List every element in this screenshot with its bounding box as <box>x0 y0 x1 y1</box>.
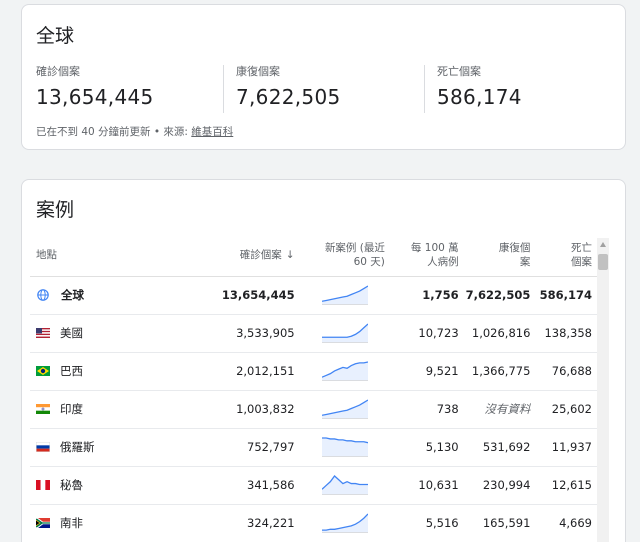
confirmed-cell: 3,533,905 <box>209 314 299 353</box>
place-name: 美國 <box>60 326 83 340</box>
per-million-cell: 5,516 <box>390 504 463 542</box>
south-africa-flag-icon <box>36 518 50 528</box>
new-cases-sparkline <box>298 314 391 353</box>
new-cases-sparkline <box>298 466 391 505</box>
place-cell: 全球 <box>30 276 210 315</box>
deaths-cell: 4,669 <box>534 504 598 542</box>
globe-icon <box>37 289 49 301</box>
update-info: 已在不到 40 分鐘前更新 • 來源: 維基百科 <box>36 124 233 139</box>
confirmed-cell: 2,012,151 <box>209 352 299 391</box>
deaths-cell: 12,615 <box>534 466 598 505</box>
stat-divider <box>223 65 224 113</box>
summary-title: 全球 <box>36 25 75 47</box>
per-million-cell: 10,723 <box>390 314 463 353</box>
place-cell: 俄羅斯 <box>30 428 210 467</box>
recovered-cell: 7,622,505 <box>462 276 535 315</box>
india-flag-icon <box>36 404 50 414</box>
table-row[interactable]: 印度 1,003,832 738 沒有資料 25,602 <box>30 390 598 429</box>
confirmed-cell: 13,654,445 <box>209 276 299 315</box>
place-name: 俄羅斯 <box>60 440 95 454</box>
deaths-cell: 138,358 <box>534 314 598 353</box>
recovered-cell: 沒有資料 <box>462 390 535 429</box>
cases-card: 案例 地點 確診個案 ↓ 新案例 (最近 60 天) 每 100 萬人病例 康復個案… <box>21 179 626 542</box>
new-cases-sparkline <box>298 390 391 429</box>
table-row[interactable]: 俄羅斯 752,797 5,130 531,692 11,937 <box>30 428 598 467</box>
per-million-cell: 1,756 <box>390 276 463 315</box>
brazil-flag-icon <box>36 366 50 376</box>
peru-flag-icon <box>36 480 50 490</box>
place-cell: 印度 <box>30 390 210 429</box>
update-text: 已在不到 40 分鐘前更新 • 來源: <box>36 126 192 138</box>
recovered-cell: 1,366,775 <box>462 352 535 391</box>
russia-flag-icon <box>36 442 50 452</box>
confirmed-label: 確診個案 <box>36 65 80 78</box>
per-million-header[interactable]: 每 100 萬人病例 <box>390 234 463 277</box>
recovered-cell: 165,591 <box>462 504 535 542</box>
scroll-thumb[interactable] <box>598 254 608 270</box>
place-name: 印度 <box>60 402 83 416</box>
table-row[interactable]: 全球 13,654,445 1,756 7,622,505 586,174 <box>30 276 598 315</box>
recovered-label: 康復個案 <box>236 65 280 78</box>
deaths-header[interactable]: 死亡 個案 <box>534 234 598 277</box>
source-link[interactable]: 維基百科 <box>191 126 233 138</box>
place-header[interactable]: 地點 <box>30 234 210 277</box>
table-row[interactable]: 巴西 2,012,151 9,521 1,366,775 76,688 <box>30 352 598 391</box>
place-cell: 美國 <box>30 314 210 353</box>
place-cell: 秘魯 <box>30 466 210 505</box>
place-cell: 巴西 <box>30 352 210 391</box>
sort-down-icon[interactable]: ↓ <box>286 249 295 261</box>
stat-divider <box>424 65 425 113</box>
place-cell: 南非 <box>30 504 210 542</box>
summary-card: 全球 確診個案 13,654,445 康復個案 7,622,505 死亡個案 5… <box>21 4 626 150</box>
recovered-stat: 康復個案 7,622,505 <box>236 63 341 109</box>
table-row[interactable]: 南非 324,221 5,516 165,591 4,669 <box>30 504 598 542</box>
deaths-cell: 25,602 <box>534 390 598 429</box>
deaths-value: 586,174 <box>437 85 522 109</box>
recovered-header[interactable]: 康復個案 <box>462 234 535 277</box>
place-name: 南非 <box>60 516 83 530</box>
cases-title: 案例 <box>36 199 75 221</box>
per-million-cell: 5,130 <box>390 428 463 467</box>
recovered-cell: 230,994 <box>462 466 535 505</box>
new-cases-sparkline <box>298 352 391 391</box>
recovered-cell: 531,692 <box>462 428 535 467</box>
table-row[interactable]: 美國 3,533,905 10,723 1,026,816 138,358 <box>30 314 598 353</box>
confirmed-stat: 確診個案 13,654,445 <box>36 63 154 109</box>
new-cases-sparkline <box>298 276 391 315</box>
recovered-cell: 1,026,816 <box>462 314 535 353</box>
new-cases-sparkline <box>298 428 391 467</box>
us-flag-icon <box>36 328 50 338</box>
place-name: 全球 <box>61 288 84 302</box>
table-header-row: 地點 確診個案 ↓ 新案例 (最近 60 天) 每 100 萬人病例 康復個案 死亡… <box>30 234 598 277</box>
recovered-value: 7,622,505 <box>236 85 341 109</box>
deaths-cell: 586,174 <box>534 276 598 315</box>
deaths-stat: 死亡個案 586,174 <box>437 63 522 109</box>
table-row[interactable]: 秘魯 341,586 10,631 230,994 12,615 <box>30 466 598 505</box>
confirmed-cell: 324,221 <box>209 504 299 542</box>
scroll-up-arrow-icon[interactable] <box>600 242 606 247</box>
confirmed-value: 13,654,445 <box>36 85 154 109</box>
new-cases-sparkline <box>298 504 391 542</box>
place-name: 秘魯 <box>60 478 83 492</box>
confirmed-cell: 341,586 <box>209 466 299 505</box>
deaths-cell: 76,688 <box>534 352 598 391</box>
per-million-cell: 738 <box>390 390 463 429</box>
confirmed-header[interactable]: 確診個案 ↓ <box>209 234 299 277</box>
table-scrollbar[interactable] <box>597 238 609 542</box>
confirmed-cell: 1,003,832 <box>209 390 299 429</box>
per-million-cell: 10,631 <box>390 466 463 505</box>
confirmed-cell: 752,797 <box>209 428 299 467</box>
place-name: 巴西 <box>60 364 83 378</box>
deaths-label: 死亡個案 <box>437 65 481 78</box>
new-cases-header[interactable]: 新案例 (最近 60 天) <box>298 234 391 277</box>
deaths-cell: 11,937 <box>534 428 598 467</box>
cases-table: 地點 確診個案 ↓ 新案例 (最近 60 天) 每 100 萬人病例 康復個案 死亡… <box>30 234 598 542</box>
per-million-cell: 9,521 <box>390 352 463 391</box>
